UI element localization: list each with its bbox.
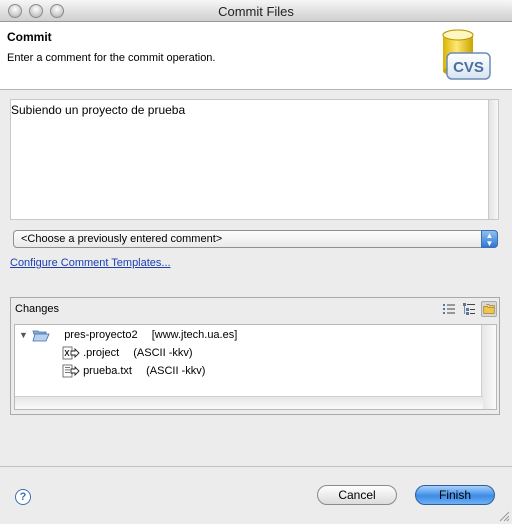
tree-item-file[interactable]: prueba.txt (ASCII -kkv) — [62, 364, 205, 381]
cvs-logo-text: CVS — [453, 59, 484, 76]
header-message: Enter a comment for the commit operation… — [7, 52, 216, 64]
previous-comments-value: <Choose a previously entered comment> — [21, 233, 223, 245]
expand-triangle-icon[interactable]: ▼ — [19, 330, 29, 340]
tree-view-icon[interactable] — [461, 301, 477, 317]
flat-list-icon[interactable] — [441, 301, 457, 317]
project-repo: [www.jtech.ua.es] — [151, 329, 238, 341]
open-folder-icon — [32, 330, 50, 342]
comment-textarea[interactable]: Subiendo un proyecto de prueba — [10, 99, 499, 220]
resize-grip-icon[interactable] — [498, 510, 510, 522]
svg-text:X: X — [64, 349, 70, 358]
comment-scrollbar[interactable] — [488, 100, 498, 219]
file-mode: (ASCII -kkv) — [146, 365, 206, 377]
project-name: pres-proyecto2 — [64, 329, 138, 341]
tree-item-project[interactable]: ▼ pres-proyecto2 [www.jtech.ua.es] — [19, 328, 237, 345]
finish-button[interactable]: Finish — [415, 485, 495, 505]
file-name: prueba.txt — [83, 365, 132, 377]
file-mode: (ASCII -kkv) — [133, 347, 193, 359]
header-title: Commit — [7, 30, 52, 44]
changes-tree[interactable]: ▼ pres-proyecto2 [www.jtech.ua.es] X .pr… — [14, 324, 497, 410]
commit-files-dialog: Commit Files Commit Enter a comment for … — [0, 0, 512, 524]
previous-comments-select[interactable]: <Choose a previously entered comment> ▲ ▼ — [13, 230, 498, 248]
changes-group: Changes ▼ pres-proyecto2 [www.jtech.ua.e… — [10, 297, 500, 415]
dialog-header: Commit Enter a comment for the commit op… — [0, 22, 512, 90]
cvs-logo-icon: CVS — [442, 29, 491, 80]
help-button[interactable]: ? — [15, 489, 31, 505]
comment-text: Subiendo un proyecto de prueba — [11, 103, 186, 117]
title-bar: Commit Files — [0, 0, 512, 22]
select-arrows-icon[interactable]: ▲ ▼ — [481, 230, 498, 248]
tree-item-file[interactable]: X .project (ASCII -kkv) — [62, 346, 193, 363]
configure-templates-link[interactable]: Configure Comment Templates... — [10, 257, 171, 269]
file-name: .project — [83, 347, 120, 359]
window-title: Commit Files — [218, 4, 294, 19]
changes-title: Changes — [15, 303, 60, 315]
cancel-button[interactable]: Cancel — [317, 485, 397, 505]
compressed-folders-icon[interactable] — [481, 301, 497, 317]
button-bar-divider — [0, 466, 512, 467]
xml-file-outgoing-icon: X — [62, 346, 80, 360]
text-file-outgoing-icon — [62, 364, 80, 378]
tree-vertical-scrollbar[interactable] — [481, 325, 496, 409]
tree-horizontal-scrollbar[interactable] — [15, 396, 483, 409]
